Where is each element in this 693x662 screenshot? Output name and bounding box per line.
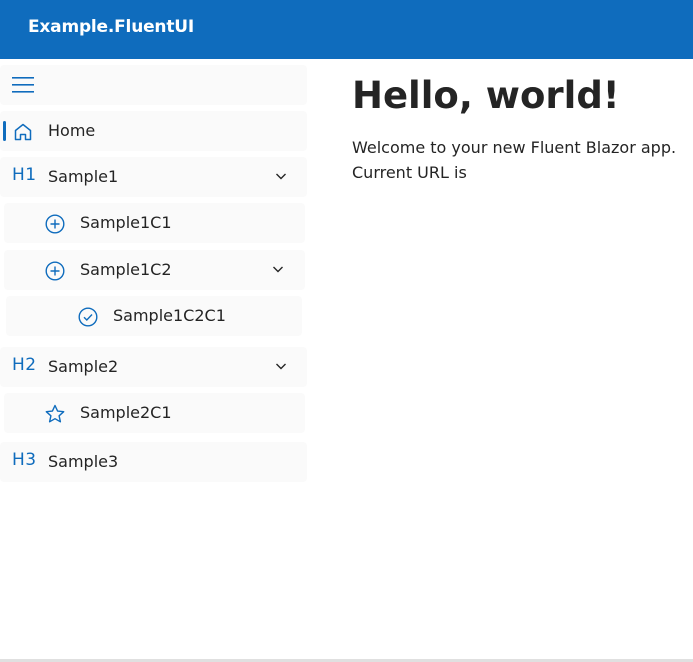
chevron-down-icon[interactable] (271, 262, 285, 276)
nav-item-sample2[interactable]: H2 Sample2 (0, 347, 307, 387)
app-title: Example.FluentUI (28, 17, 194, 37)
nav-item-label: Sample1C1 (80, 213, 172, 232)
current-url-text: Current URL is (352, 163, 467, 182)
home-icon (14, 123, 32, 141)
hamburger-menu-icon (12, 77, 34, 93)
nav-item-sample1[interactable]: H1 Sample1 (0, 157, 307, 197)
nav-item-sample2c1[interactable]: Sample2C1 (4, 393, 305, 433)
h2-icon: H2 (12, 355, 37, 375)
h3-icon: H3 (12, 450, 37, 470)
nav-item-sample1c1[interactable]: Sample1C1 (4, 203, 305, 243)
checkmark-circle-icon (78, 307, 98, 327)
add-circle-icon (45, 214, 65, 234)
nav-item-label: Sample2 (48, 357, 119, 376)
app-header: Example.FluentUI (0, 0, 693, 59)
welcome-text: Welcome to your new Fluent Blazor app. (352, 138, 677, 157)
nav-item-home[interactable]: Home (0, 111, 307, 151)
h1-icon: H1 (12, 165, 37, 185)
nav-item-label: Sample3 (48, 452, 119, 471)
nav-item-label: Sample1C2C1 (113, 306, 226, 325)
nav-item-label: Sample1C2 (80, 260, 172, 279)
active-indicator (3, 121, 6, 141)
star-icon (45, 404, 65, 423)
nav-item-sample3[interactable]: H3 Sample3 (0, 442, 307, 482)
nav-item-label: Home (48, 121, 96, 140)
nav-toggle-button[interactable] (0, 65, 307, 105)
nav-item-sample1c2[interactable]: Sample1C2 (4, 250, 305, 290)
chevron-down-icon[interactable] (274, 169, 288, 183)
add-circle-icon (45, 261, 65, 281)
nav-item-label: Sample1 (48, 167, 119, 186)
sidebar-nav: Home H1 Sample1 Sample1C1 Sample1C2 Samp… (0, 59, 309, 662)
nav-item-label: Sample2C1 (80, 403, 172, 422)
chevron-down-icon[interactable] (274, 359, 288, 373)
nav-item-sample1c2c1[interactable]: Sample1C2C1 (6, 296, 302, 336)
page-heading: Hello, world! (352, 74, 620, 117)
